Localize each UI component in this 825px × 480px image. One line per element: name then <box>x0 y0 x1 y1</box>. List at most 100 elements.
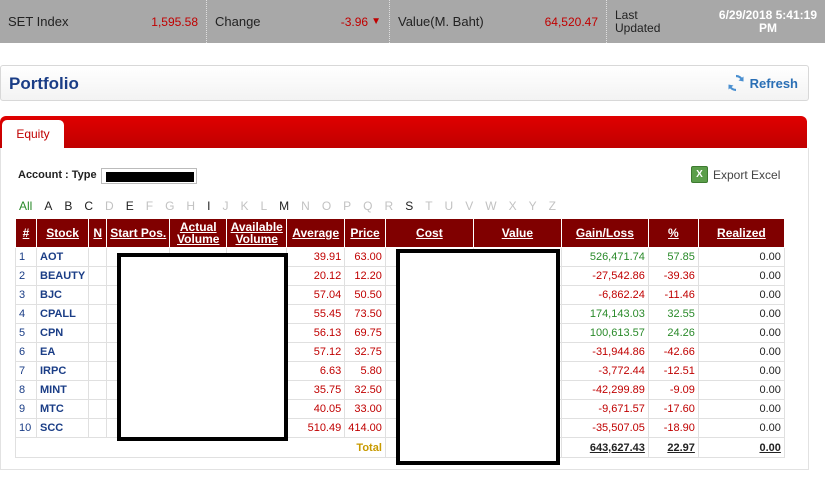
average-cell: 56.13 <box>286 323 346 343</box>
change-value: -3.96 <box>340 14 369 29</box>
n-cell <box>88 418 108 438</box>
n-cell <box>88 266 108 286</box>
filter-letter: T <box>425 199 433 213</box>
value-value: 64,520.47 <box>544 14 598 29</box>
realized-cell: 0.00 <box>697 361 785 381</box>
set-index-value: 1,595.58 <box>151 14 198 29</box>
refresh-button[interactable]: Refresh <box>727 74 798 92</box>
row-number[interactable]: 5 <box>15 323 37 343</box>
filter-letter[interactable]: I <box>207 199 210 213</box>
last-updated-label: Last Updated <box>615 7 661 35</box>
filter-letter[interactable]: B <box>64 199 72 213</box>
col-header-percent[interactable]: % <box>647 218 699 248</box>
gain-loss-cell: 174,143.03 <box>560 304 649 324</box>
col-header-average[interactable]: Average <box>286 218 346 248</box>
redaction-box-positions <box>117 253 288 441</box>
stock-symbol-link[interactable]: SCC <box>35 418 90 438</box>
average-cell: 55.45 <box>286 304 346 324</box>
col-header-value[interactable]: Value <box>472 218 562 248</box>
filter-letter: O <box>321 199 332 213</box>
average-cell: 57.04 <box>286 285 346 305</box>
row-number[interactable]: 3 <box>15 285 37 305</box>
stock-symbol-link[interactable]: BEAUTY <box>35 266 90 286</box>
stock-symbol-link[interactable]: BJC <box>35 285 90 305</box>
price-cell: 33.00 <box>344 399 386 419</box>
col-header-actual-volume[interactable]: Actual Volume <box>169 218 228 248</box>
percent-cell: -12.51 <box>647 361 699 381</box>
row-number[interactable]: 8 <box>15 380 37 400</box>
row-number[interactable]: 2 <box>15 266 37 286</box>
average-cell: 20.12 <box>286 266 346 286</box>
filter-letter: D <box>105 199 114 213</box>
filter-all[interactable]: All <box>19 199 32 213</box>
n-cell <box>88 361 108 381</box>
filter-letter: F <box>145 199 154 213</box>
average-cell: 39.91 <box>286 247 346 267</box>
stock-symbol-link[interactable]: MINT <box>35 380 90 400</box>
row-number[interactable]: 4 <box>15 304 37 324</box>
filter-letter: Q <box>363 199 373 213</box>
total-percent: 22.97 <box>647 437 699 458</box>
price-cell: 12.20 <box>344 266 386 286</box>
col-header-gain-loss[interactable]: Gain/Loss <box>560 218 649 248</box>
filter-letter: U <box>444 199 454 213</box>
filter-letter[interactable]: C <box>84 199 93 213</box>
row-number[interactable]: 1 <box>15 247 37 267</box>
tab-equity[interactable]: Equity <box>2 120 64 148</box>
change-cell: Change -3.96 ▼ <box>207 0 390 43</box>
refresh-icon <box>728 74 744 92</box>
row-number[interactable]: 6 <box>15 342 37 362</box>
filter-letter[interactable]: M <box>279 199 289 213</box>
stock-symbol-link[interactable]: MTC <box>35 399 90 419</box>
stock-symbol-link[interactable]: CPALL <box>35 304 90 324</box>
col-header-n[interactable]: N <box>88 218 108 248</box>
filter-letter: K <box>240 199 249 213</box>
export-excel-button[interactable]: X Export Excel <box>691 166 780 183</box>
n-cell <box>88 323 108 343</box>
col-header-available-volume[interactable]: Available Volume <box>226 218 288 248</box>
redaction-box-cost-value <box>396 249 560 465</box>
refresh-label: Refresh <box>749 75 798 91</box>
n-cell <box>88 304 108 324</box>
percent-cell: -39.36 <box>647 266 699 286</box>
col-header-stock[interactable]: Stock <box>35 218 90 248</box>
row-number[interactable]: 7 <box>15 361 37 381</box>
col-header-realized[interactable]: Realized <box>697 218 785 248</box>
filter-letter[interactable]: E <box>126 199 134 213</box>
average-cell: 57.12 <box>286 342 346 362</box>
percent-cell: -17.60 <box>647 399 699 419</box>
value-label: Value(M. Baht) <box>398 14 484 29</box>
col-header-no[interactable]: # <box>15 218 37 248</box>
gain-loss-cell: -31,944.86 <box>560 342 649 362</box>
last-updated-ampm: PM <box>758 20 777 35</box>
price-cell: 73.50 <box>344 304 386 324</box>
filter-letter: Z <box>548 199 556 213</box>
filter-letter[interactable]: S <box>405 199 413 213</box>
row-number[interactable]: 9 <box>15 399 37 419</box>
gain-loss-cell: -27,542.86 <box>560 266 649 286</box>
filter-letter: L <box>260 199 268 213</box>
filter-letter: H <box>186 199 196 213</box>
filter-letter: V <box>465 199 474 213</box>
excel-icon: X <box>691 166 708 183</box>
n-cell <box>88 247 108 267</box>
last-updated-label-line1: Last <box>615 7 638 22</box>
col-header-start-pos[interactable]: Start Pos. <box>106 218 171 248</box>
price-cell: 414.00 <box>344 418 386 438</box>
average-cell: 40.05 <box>286 399 346 419</box>
stock-symbol-link[interactable]: EA <box>35 342 90 362</box>
filter-letter: N <box>301 199 310 213</box>
col-header-price[interactable]: Price <box>344 218 386 248</box>
last-updated-label-line2: Updated <box>615 20 661 35</box>
realized-cell: 0.00 <box>697 266 785 286</box>
row-number[interactable]: 10 <box>15 418 37 438</box>
col-header-cost[interactable]: Cost <box>384 218 474 248</box>
filter-letter[interactable]: A <box>44 199 52 213</box>
filter-letter: R <box>384 199 394 213</box>
down-arrow-icon: ▼ <box>371 16 381 27</box>
stock-symbol-link[interactable]: IRPC <box>35 361 90 381</box>
percent-cell: 24.26 <box>647 323 699 343</box>
average-cell: 6.63 <box>286 361 346 381</box>
stock-symbol-link[interactable]: AOT <box>35 247 90 267</box>
stock-symbol-link[interactable]: CPN <box>35 323 90 343</box>
